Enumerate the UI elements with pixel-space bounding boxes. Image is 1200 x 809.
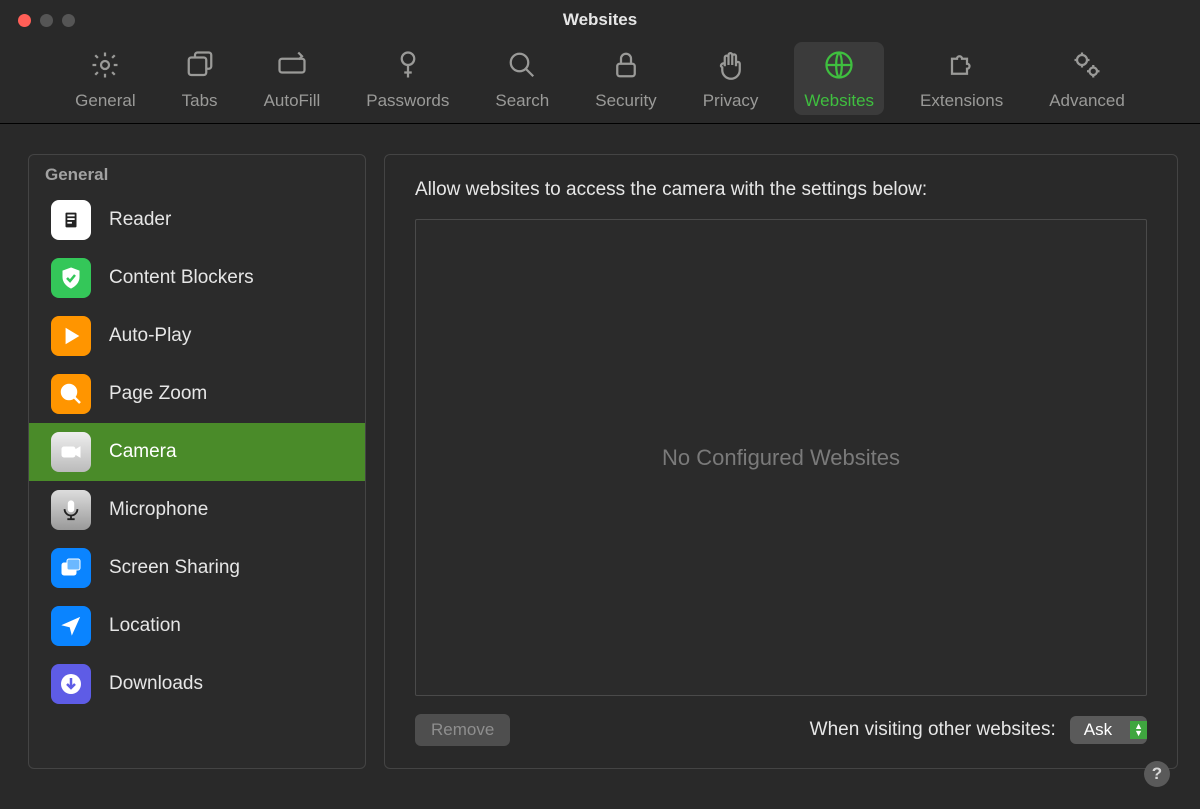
tab-tabs[interactable]: Tabs	[172, 42, 228, 115]
sidebar-item-microphone[interactable]: Microphone	[29, 481, 365, 539]
tab-label: General	[75, 91, 135, 111]
dropdown-value: Ask	[1070, 716, 1130, 744]
puzzle-icon	[947, 50, 977, 85]
tab-general[interactable]: General	[65, 42, 145, 115]
tab-label: Security	[595, 91, 656, 111]
titlebar: Websites	[0, 0, 1200, 38]
remove-button[interactable]: Remove	[415, 714, 510, 746]
main-footer: Remove When visiting other websites: Ask…	[415, 714, 1147, 746]
tab-passwords[interactable]: Passwords	[356, 42, 459, 115]
help-button[interactable]: ?	[1144, 761, 1170, 787]
sidebar-item-label: Screen Sharing	[109, 557, 240, 579]
main-panel: Allow websites to access the camera with…	[384, 154, 1178, 769]
window-title: Websites	[0, 10, 1200, 30]
preferences-toolbar: General Tabs AutoFill Passwords Search S…	[0, 38, 1200, 124]
sidebar: General Reader Content Blockers Auto-Pla…	[28, 154, 366, 769]
tab-extensions[interactable]: Extensions	[910, 42, 1013, 115]
empty-list-placeholder: No Configured Websites	[662, 445, 900, 471]
pencil-box-icon	[277, 50, 307, 85]
tab-search[interactable]: Search	[485, 42, 559, 115]
tab-advanced[interactable]: Advanced	[1039, 42, 1135, 115]
tab-label: Tabs	[182, 91, 218, 111]
sidebar-item-label: Content Blockers	[109, 267, 254, 289]
tab-label: Advanced	[1049, 91, 1125, 111]
shield-icon	[51, 258, 91, 298]
sidebar-item-label: Downloads	[109, 673, 203, 695]
tabs-icon	[185, 50, 215, 85]
tab-label: Search	[495, 91, 549, 111]
globe-icon	[824, 50, 854, 85]
mic-icon	[51, 490, 91, 530]
default-policy-label: When visiting other websites:	[810, 719, 1056, 741]
tab-label: Websites	[804, 91, 874, 111]
sidebar-item-label: Auto-Play	[109, 325, 191, 347]
tab-label: Privacy	[703, 91, 759, 111]
footer-right: When visiting other websites: Ask ▲▼	[810, 716, 1147, 744]
default-policy-dropdown[interactable]: Ask ▲▼	[1070, 716, 1147, 744]
lock-icon	[611, 50, 641, 85]
sidebar-item-page-zoom[interactable]: Page Zoom	[29, 365, 365, 423]
sidebar-item-label: Page Zoom	[109, 383, 207, 405]
search-icon	[507, 50, 537, 85]
gears-icon	[1072, 50, 1102, 85]
gear-icon	[90, 50, 120, 85]
tab-label: Passwords	[366, 91, 449, 111]
tab-privacy[interactable]: Privacy	[693, 42, 769, 115]
sidebar-item-label: Microphone	[109, 499, 208, 521]
sidebar-item-label: Location	[109, 615, 181, 637]
sidebar-item-label: Reader	[109, 209, 171, 231]
content-area: General Reader Content Blockers Auto-Pla…	[0, 124, 1200, 789]
configured-websites-list[interactable]: No Configured Websites	[415, 219, 1147, 696]
location-arrow-icon	[51, 606, 91, 646]
sidebar-section-title: General	[29, 155, 365, 191]
hand-icon	[716, 50, 746, 85]
tab-security[interactable]: Security	[585, 42, 666, 115]
windows-icon	[51, 548, 91, 588]
main-heading: Allow websites to access the camera with…	[415, 179, 1147, 201]
tab-autofill[interactable]: AutoFill	[254, 42, 331, 115]
tab-label: Extensions	[920, 91, 1003, 111]
sidebar-item-content-blockers[interactable]: Content Blockers	[29, 249, 365, 307]
tab-label: AutoFill	[264, 91, 321, 111]
sidebar-item-downloads[interactable]: Downloads	[29, 655, 365, 713]
zoom-icon	[51, 374, 91, 414]
sidebar-item-camera[interactable]: Camera	[29, 423, 365, 481]
camera-icon	[51, 432, 91, 472]
sidebar-item-reader[interactable]: Reader	[29, 191, 365, 249]
sidebar-item-label: Camera	[109, 441, 177, 463]
sidebar-item-screen-sharing[interactable]: Screen Sharing	[29, 539, 365, 597]
sidebar-items: Reader Content Blockers Auto-Play Page Z…	[29, 191, 365, 768]
key-icon	[393, 50, 423, 85]
play-icon	[51, 316, 91, 356]
sidebar-item-location[interactable]: Location	[29, 597, 365, 655]
tab-websites[interactable]: Websites	[794, 42, 884, 115]
reader-icon	[51, 200, 91, 240]
chevron-up-down-icon: ▲▼	[1130, 721, 1147, 739]
sidebar-item-auto-play[interactable]: Auto-Play	[29, 307, 365, 365]
download-icon	[51, 664, 91, 704]
